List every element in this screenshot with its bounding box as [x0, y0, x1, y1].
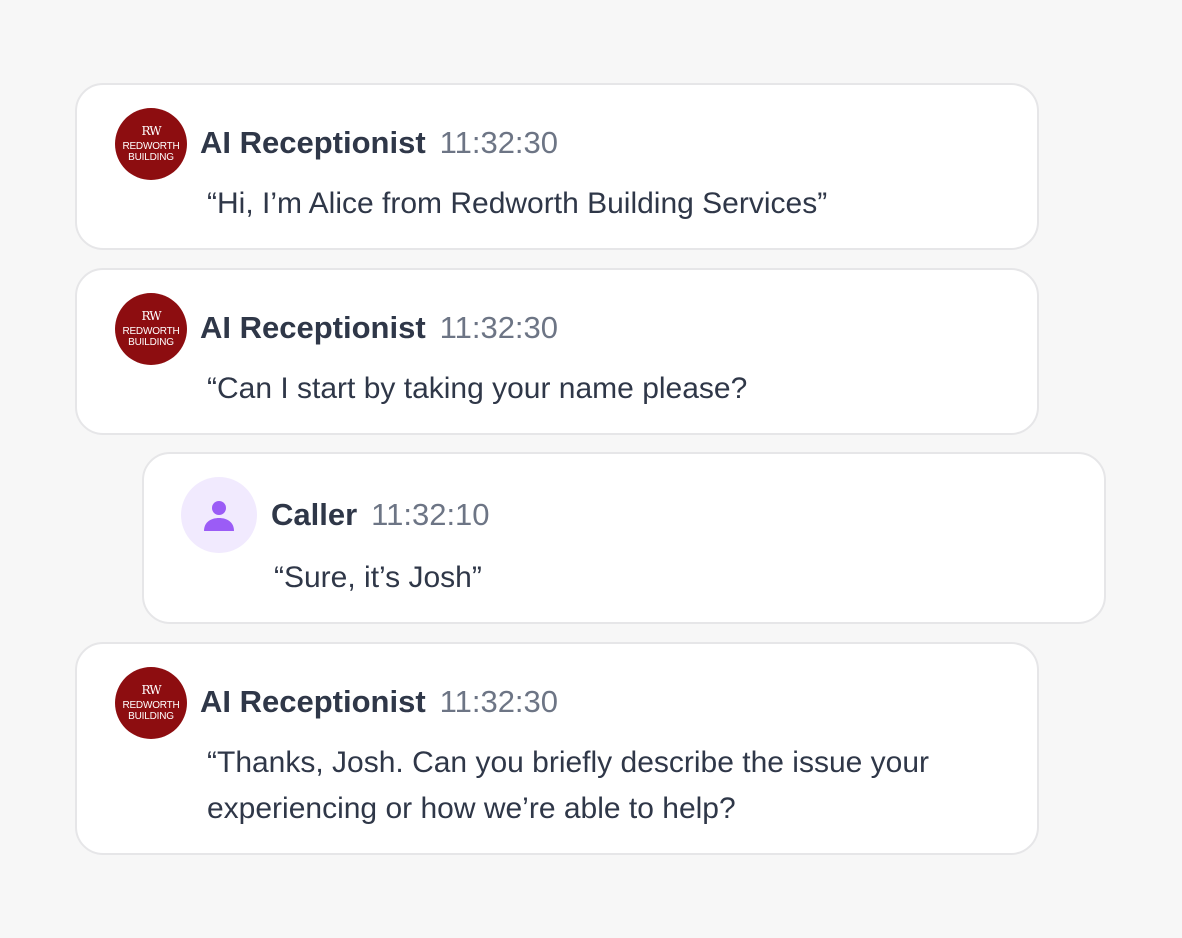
message-card: RW REDWORTH BUILDING AI Receptionist 11:… [75, 642, 1039, 855]
speaker-name: AI Receptionist [200, 684, 426, 719]
redworth-logo-avatar: RW REDWORTH BUILDING [115, 108, 187, 180]
timestamp: 11:32:30 [439, 684, 559, 719]
message-header: AI Receptionist 11:32:30 [200, 684, 558, 720]
person-icon [204, 501, 234, 531]
message-card: RW REDWORTH BUILDING AI Receptionist 11:… [75, 83, 1039, 250]
message-text: “Hi, I’m Alice from Redworth Building Se… [207, 187, 828, 220]
message-text: “Sure, it’s Josh” [274, 561, 482, 594]
message-header: AI Receptionist 11:32:30 [200, 310, 558, 346]
timestamp: 11:32:30 [439, 125, 559, 160]
message-header: AI Receptionist 11:32:30 [200, 125, 558, 161]
timestamp: 11:32:10 [371, 497, 490, 532]
caller-avatar [181, 477, 257, 553]
redworth-logo-avatar: RW REDWORTH BUILDING [115, 293, 187, 365]
speaker-name: AI Receptionist [200, 310, 426, 345]
timestamp: 11:32:30 [439, 310, 559, 345]
message-text: “Can I start by taking your name please? [207, 372, 748, 405]
message-card-caller: Caller 11:32:10 “Sure, it’s Josh” [142, 452, 1106, 624]
message-card: RW REDWORTH BUILDING AI Receptionist 11:… [75, 268, 1039, 435]
message-header: Caller 11:32:10 [271, 497, 490, 533]
message-text: “Thanks, Josh. Can you briefly describe … [207, 746, 930, 825]
speaker-name: Caller [271, 497, 358, 532]
redworth-logo-avatar: RW REDWORTH BUILDING [115, 667, 187, 739]
speaker-name: AI Receptionist [200, 125, 426, 160]
